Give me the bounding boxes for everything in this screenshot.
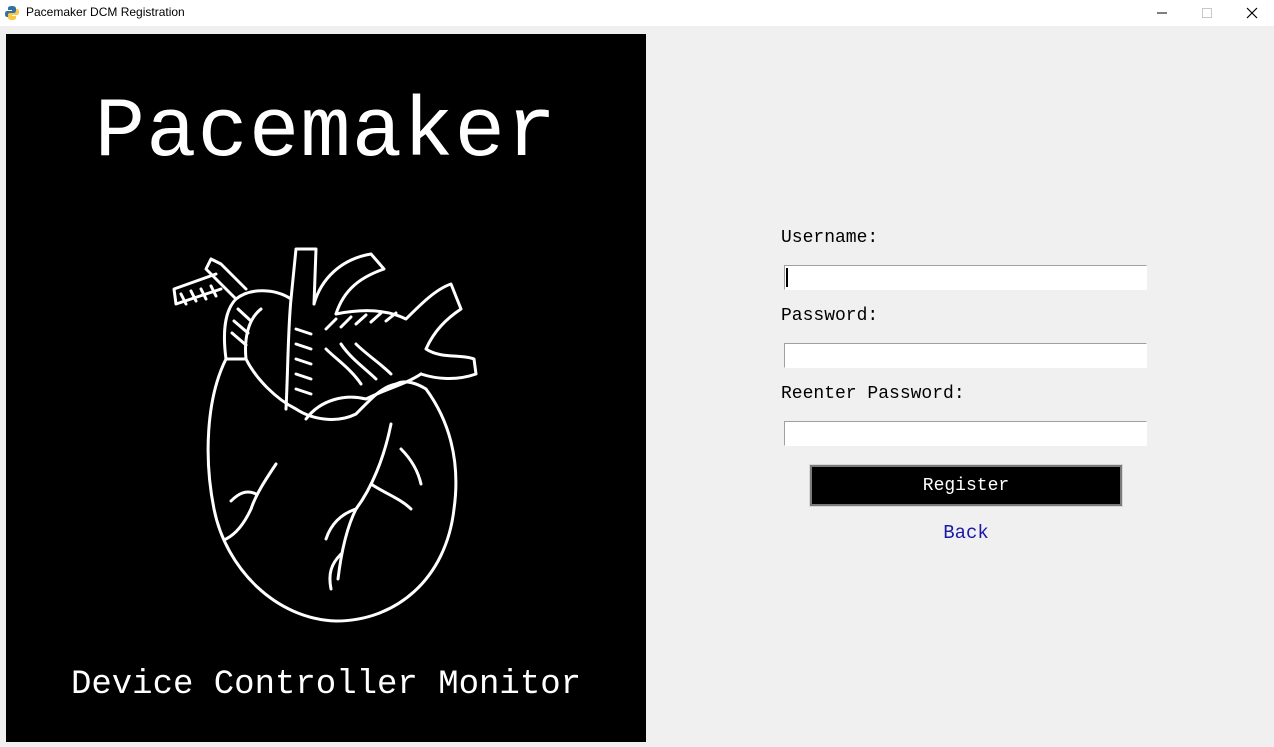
text-caret	[786, 268, 788, 287]
register-button-label: Register	[922, 475, 1010, 496]
username-label: Username:	[781, 228, 879, 248]
username-input[interactable]	[784, 265, 1147, 290]
python-app-icon	[4, 5, 20, 21]
close-button[interactable]	[1229, 0, 1274, 26]
password-input[interactable]	[784, 343, 1147, 368]
banner-title: Pacemaker	[94, 86, 558, 181]
maximize-button[interactable]	[1184, 0, 1230, 26]
reenter-password-input[interactable]	[784, 421, 1147, 446]
minimize-button[interactable]	[1139, 0, 1185, 26]
banner-subtitle: Device Controller Monitor	[70, 666, 582, 704]
heart-illustration	[172, 247, 478, 623]
window-title: Pacemaker DCM Registration	[26, 5, 185, 19]
back-link[interactable]: Back	[900, 522, 1032, 544]
title-bar: Pacemaker DCM Registration	[0, 0, 1274, 26]
password-label: Password:	[781, 306, 879, 326]
minimize-icon	[1157, 12, 1167, 14]
pacemaker-banner: Pacemaker Device Controller Monitor	[6, 34, 646, 742]
close-icon	[1246, 7, 1258, 19]
reenter-password-label: Reenter Password:	[781, 384, 965, 404]
register-button[interactable]: Register	[809, 464, 1123, 507]
maximize-icon	[1202, 8, 1212, 18]
